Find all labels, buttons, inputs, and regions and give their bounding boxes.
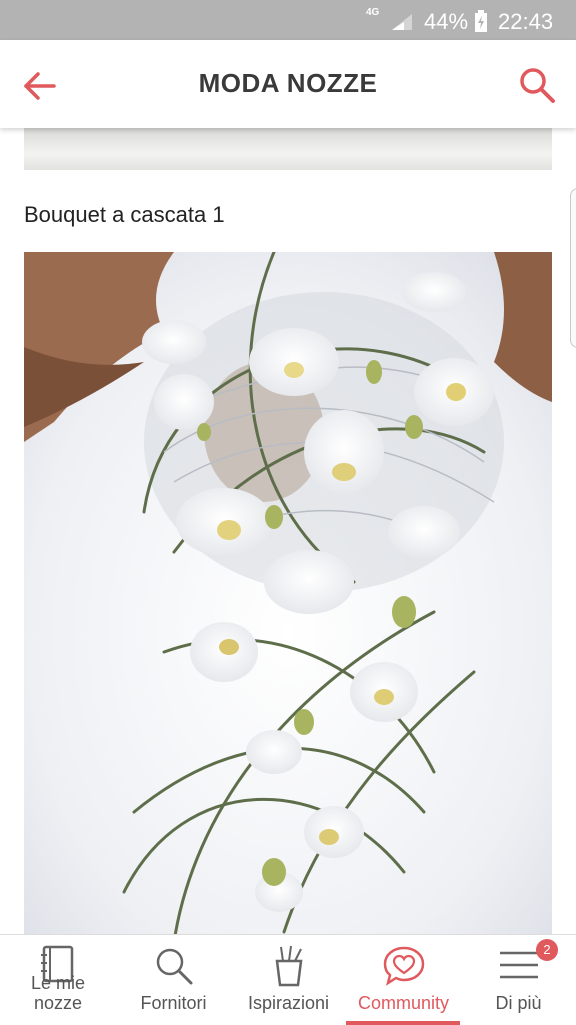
bottom-navigation: Le mie nozze Fornitori Ispirazioni Commu… — [0, 934, 576, 1025]
page-title: MODA NOZZE — [198, 68, 378, 98]
menu-icon — [500, 951, 538, 979]
nav-label: Ispirazioni — [247, 993, 330, 1013]
battery-charging-icon — [475, 10, 487, 32]
active-tab-indicator — [346, 1021, 460, 1025]
nav-ispirazioni[interactable]: Ispirazioni — [231, 935, 346, 1025]
app-header: MODA NOZZE — [0, 40, 576, 128]
search-icon — [156, 948, 193, 985]
scroll-indicator — [570, 188, 576, 348]
battery-percent: 44% — [424, 9, 469, 34]
nav-label: Di più — [495, 993, 542, 1013]
search-icon[interactable] — [516, 64, 558, 106]
photo-gallery[interactable]: Bouquet a cascata 1 — [0, 128, 576, 934]
previous-photo[interactable] — [24, 128, 552, 170]
photo-title: Bouquet a cascata 1 — [24, 202, 225, 227]
network-type: 4G — [366, 7, 380, 18]
heart-bubble-icon — [383, 946, 425, 986]
nav-di-piu[interactable]: Di più — [461, 935, 576, 1025]
signal-icon — [392, 14, 412, 30]
clock: 22:43 — [498, 9, 554, 34]
nav-label: Fornitori — [140, 993, 207, 1013]
nav-le-mie-nozze[interactable]: Le mie nozze — [0, 935, 116, 1025]
status-bar: 4G 44% 22:43 — [0, 0, 576, 40]
bouquet-photo[interactable] — [24, 252, 552, 934]
brush-cup-icon — [275, 945, 303, 987]
nav-label: Le mie nozze — [30, 973, 86, 1013]
nav-label: Community — [357, 993, 450, 1013]
nav-fornitori[interactable]: Fornitori — [116, 935, 231, 1025]
nav-community[interactable]: Community — [346, 935, 461, 1025]
notification-badge: 2 — [536, 939, 558, 961]
